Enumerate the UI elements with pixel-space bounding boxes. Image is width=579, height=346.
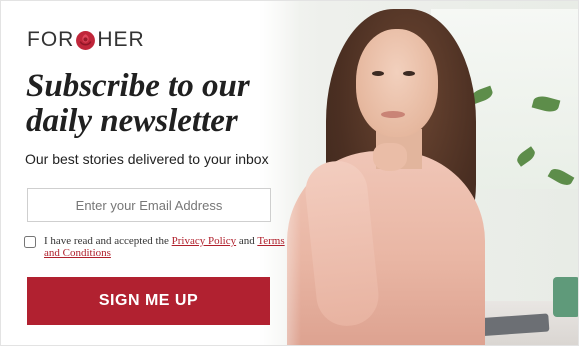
- brand-name-left: FOR: [27, 28, 75, 51]
- headline-line-2: daily newsletter: [26, 103, 238, 139]
- signup-panel: FOR HER Subscribe to our daily newslette…: [1, 1, 301, 345]
- newsletter-subheading: Our best stories delivered to your inbox: [25, 151, 269, 167]
- rose-icon: [76, 30, 96, 50]
- brand-name-right: HER: [97, 28, 145, 51]
- brand-logo: FOR HER: [27, 28, 145, 52]
- newsletter-signup-card: FOR HER Subscribe to our daily newslette…: [0, 0, 579, 346]
- sign-me-up-button[interactable]: SIGN ME UP: [27, 277, 270, 325]
- email-input[interactable]: [27, 188, 271, 222]
- mug: [553, 277, 578, 317]
- consent-text-middle: and: [236, 235, 258, 247]
- woman-eye: [403, 71, 415, 76]
- woman-lips: [381, 111, 405, 118]
- newsletter-headline: Subscribe to our daily newsletter: [26, 69, 250, 139]
- consent-checkbox[interactable]: [24, 236, 36, 248]
- woman-face: [356, 29, 438, 137]
- consent-text-before: I have read and accepted the: [44, 235, 172, 247]
- privacy-policy-link[interactable]: Privacy Policy: [172, 235, 236, 247]
- consent-text: I have read and accepted the Privacy Pol…: [44, 235, 294, 259]
- woman-hand: [373, 143, 407, 171]
- headline-line-1: Subscribe to our: [26, 68, 250, 104]
- woman-eye: [372, 71, 384, 76]
